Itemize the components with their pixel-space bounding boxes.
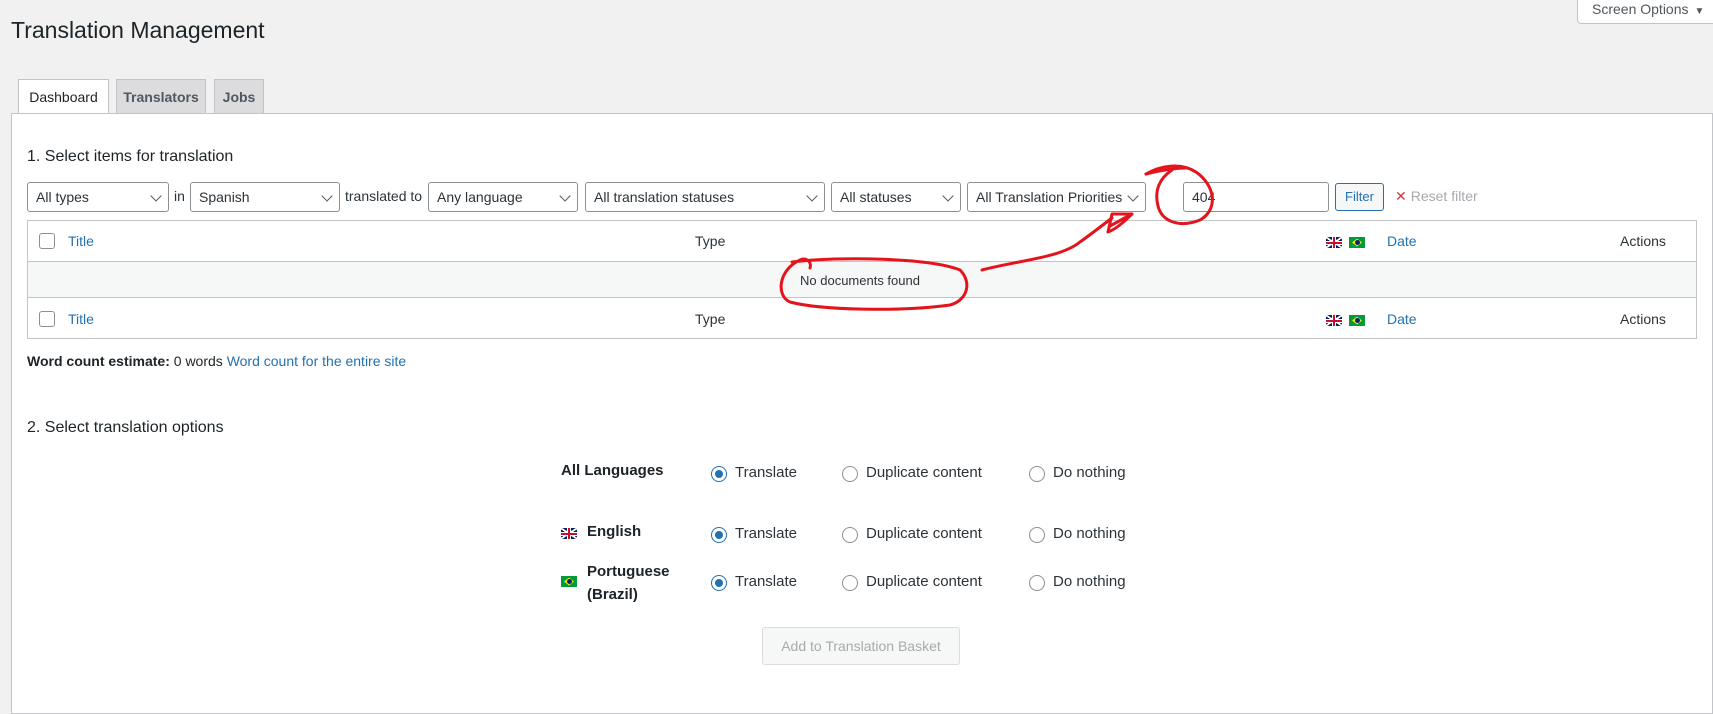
caret-down-icon: ▼ xyxy=(1694,6,1705,17)
chevron-down-icon xyxy=(150,190,162,202)
chevron-down-icon xyxy=(559,190,571,202)
actions-column-header: Actions xyxy=(1620,233,1666,249)
portuguese-duplicate-radio[interactable] xyxy=(842,575,858,591)
english-duplicate-radio[interactable] xyxy=(842,527,858,543)
portuguese-translate-radio[interactable] xyxy=(711,575,727,591)
portuguese-translate-label: Translate xyxy=(735,573,797,590)
select-all-checkbox-footer[interactable] xyxy=(39,311,55,327)
search-input-value: 404 xyxy=(1192,189,1216,205)
portuguese-label-line1: Portuguese xyxy=(587,563,670,580)
word-count-value: 0 words xyxy=(173,353,223,369)
tab-jobs[interactable]: Jobs xyxy=(214,79,264,114)
word-count: Word count estimate: 0 words Word count … xyxy=(27,353,406,369)
divider xyxy=(27,297,1697,298)
translated-to-label: translated to xyxy=(345,188,423,204)
section-heading-select-items: 1. Select items for translation xyxy=(27,148,234,165)
uk-flag-icon xyxy=(561,528,577,539)
type-select-value: All types xyxy=(36,189,89,205)
title-column-header[interactable]: Title xyxy=(68,233,94,249)
empty-message: No documents found xyxy=(800,273,920,288)
chevron-down-icon xyxy=(1127,190,1139,202)
chevron-down-icon xyxy=(806,190,818,202)
type-column-footer: Type xyxy=(695,311,726,327)
target-language-value: Any language xyxy=(437,189,523,205)
close-icon: ✕ xyxy=(1395,188,1407,204)
translation-status-value: All translation statuses xyxy=(594,189,735,205)
chevron-down-icon xyxy=(942,190,954,202)
screen-options-button[interactable]: Screen Options ▼ xyxy=(1577,0,1713,24)
word-count-site-link[interactable]: Word count for the entire site xyxy=(227,353,407,369)
screen-options-label: Screen Options xyxy=(1592,1,1689,17)
uk-flag-icon xyxy=(1326,237,1342,248)
all-duplicate-radio[interactable] xyxy=(842,466,858,482)
all-nothing-label: Do nothing xyxy=(1053,464,1126,481)
in-label: in xyxy=(174,188,185,204)
priority-value: All Translation Priorities xyxy=(976,189,1123,205)
word-count-label: Word count estimate: xyxy=(27,353,170,369)
priority-select[interactable]: All Translation Priorities xyxy=(967,182,1146,212)
tab-translators[interactable]: Translators xyxy=(116,79,206,114)
page-title: Translation Management xyxy=(11,17,265,43)
source-language-select[interactable]: Spanish xyxy=(190,182,340,212)
all-duplicate-label: Duplicate content xyxy=(866,464,982,481)
all-nothing-radio[interactable] xyxy=(1029,466,1045,482)
actions-column-footer: Actions xyxy=(1620,311,1666,327)
filter-button[interactable]: Filter xyxy=(1335,183,1384,211)
all-translate-radio[interactable] xyxy=(711,466,727,482)
portuguese-nothing-radio[interactable] xyxy=(1029,575,1045,591)
all-languages-label: All Languages xyxy=(561,462,664,479)
tab-label: Dashboard xyxy=(29,89,98,105)
translation-status-select[interactable]: All translation statuses xyxy=(585,182,825,212)
uk-flag-icon xyxy=(1326,315,1342,326)
portuguese-label-line2: (Brazil) xyxy=(587,586,638,603)
english-translate-radio[interactable] xyxy=(711,527,727,543)
english-duplicate-label: Duplicate content xyxy=(866,525,982,542)
brazil-flag-icon xyxy=(1349,315,1365,326)
select-all-checkbox[interactable] xyxy=(39,233,55,249)
portuguese-brazil-label: Portuguese (Brazil) xyxy=(587,560,670,606)
portuguese-nothing-label: Do nothing xyxy=(1053,573,1126,590)
portuguese-duplicate-label: Duplicate content xyxy=(866,573,982,590)
all-translate-label: Translate xyxy=(735,464,797,481)
target-language-select[interactable]: Any language xyxy=(428,182,578,212)
reset-filter-link[interactable]: ✕ Reset filter xyxy=(1395,188,1478,205)
type-column-header: Type xyxy=(695,233,726,249)
title-column-footer[interactable]: Title xyxy=(68,311,94,327)
date-column-header[interactable]: Date xyxy=(1387,233,1417,249)
tab-label: Jobs xyxy=(222,89,256,105)
add-to-basket-button[interactable]: Add to Translation Basket xyxy=(762,627,960,665)
chevron-down-icon xyxy=(321,190,333,202)
search-input[interactable]: 404 xyxy=(1183,182,1329,212)
brazil-flag-icon xyxy=(1349,237,1365,248)
brazil-flag-icon xyxy=(561,576,577,587)
english-nothing-label: Do nothing xyxy=(1053,525,1126,542)
tab-label: Translators xyxy=(123,89,199,105)
english-label: English xyxy=(587,523,642,540)
source-language-value: Spanish xyxy=(199,189,250,205)
reset-filter-label: Reset filter xyxy=(1410,188,1478,204)
english-nothing-radio[interactable] xyxy=(1029,527,1045,543)
date-column-footer[interactable]: Date xyxy=(1387,311,1417,327)
tab-dashboard[interactable]: Dashboard xyxy=(18,79,109,115)
status-select[interactable]: All statuses xyxy=(831,182,961,212)
english-translate-label: Translate xyxy=(735,525,797,542)
status-value: All statuses xyxy=(840,189,912,205)
section-heading-translation-options: 2. Select translation options xyxy=(27,419,224,436)
type-select[interactable]: All types xyxy=(27,182,169,212)
